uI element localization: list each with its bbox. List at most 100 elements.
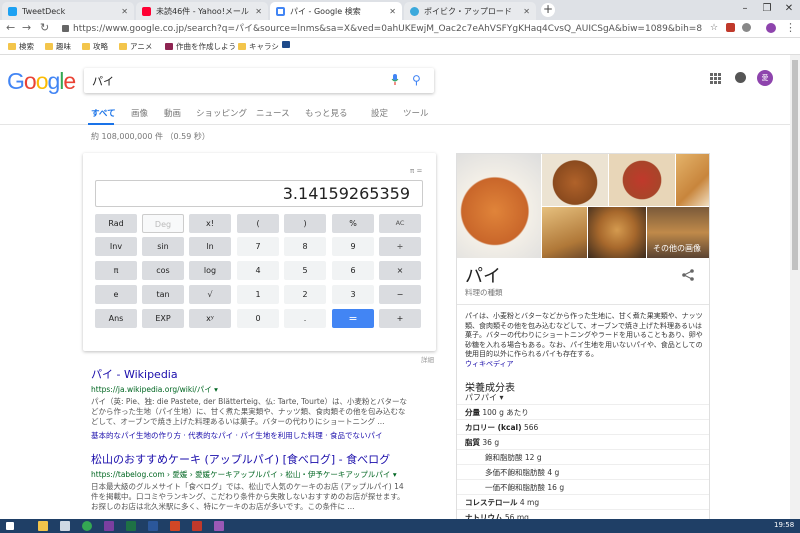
menu-icon[interactable]: ⋮ bbox=[785, 21, 796, 34]
bookmark-folder[interactable]: 趣味 bbox=[45, 41, 71, 52]
tab-tools[interactable]: ツール bbox=[403, 107, 429, 119]
close-icon[interactable]: ✕ bbox=[255, 7, 262, 16]
calc-key[interactable]: log bbox=[189, 261, 231, 280]
forward-button[interactable]: → bbox=[22, 21, 31, 34]
calc-key[interactable]: Ans bbox=[95, 309, 137, 328]
close-icon[interactable]: ✕ bbox=[523, 7, 530, 16]
calc-key[interactable]: 3 bbox=[332, 285, 374, 304]
minimize-button[interactable]: – bbox=[734, 0, 756, 20]
calc-key[interactable]: tan bbox=[142, 285, 184, 304]
tab-tweetdeck[interactable]: TweetDeck ✕ bbox=[2, 2, 134, 20]
more-images-link[interactable]: その他の画像 bbox=[653, 243, 701, 254]
calc-key[interactable]: 6 bbox=[332, 261, 374, 280]
search-input[interactable]: パイ bbox=[92, 73, 114, 89]
calc-key[interactable]: ln bbox=[189, 237, 231, 256]
tab-images[interactable]: 画像 bbox=[131, 107, 148, 119]
calc-key[interactable]: x! bbox=[189, 214, 231, 233]
calc-key[interactable]: 5 bbox=[284, 261, 326, 280]
calc-key[interactable]: ( bbox=[237, 214, 279, 233]
search-icon[interactable]: ⚲ bbox=[412, 73, 421, 87]
profile-icon[interactable] bbox=[766, 23, 776, 33]
bookmark-folder[interactable]: 検索 bbox=[8, 41, 34, 52]
tab-all[interactable]: すべて bbox=[91, 107, 116, 119]
bookmark-link[interactable]: 作曲を作成しよう bbox=[165, 41, 236, 52]
calc-key[interactable]: xʸ bbox=[189, 309, 231, 328]
word-icon[interactable] bbox=[148, 521, 158, 531]
tab-shopping[interactable]: ショッピング bbox=[196, 107, 247, 119]
calc-key[interactable]: Rad bbox=[95, 214, 137, 233]
extension-icon[interactable] bbox=[742, 23, 751, 32]
calc-key[interactable]: % bbox=[332, 214, 374, 233]
extension-icon[interactable] bbox=[726, 23, 735, 32]
maximize-button[interactable]: ❐ bbox=[756, 0, 778, 20]
microphone-icon[interactable] bbox=[391, 74, 399, 85]
tab-news[interactable]: ニュース bbox=[256, 107, 290, 119]
tab-videos[interactable]: 動画 bbox=[164, 107, 181, 119]
bookmark-link[interactable] bbox=[282, 41, 293, 48]
calc-key[interactable]: π bbox=[95, 261, 137, 280]
file-explorer-icon[interactable] bbox=[38, 521, 48, 531]
calc-key[interactable]: EXP bbox=[142, 309, 184, 328]
nutrition-dropdown[interactable]: パフパイ ▾ bbox=[465, 392, 504, 403]
tab-upload[interactable]: ポイビク・アップロード ✕ bbox=[404, 2, 536, 20]
windows-start-icon[interactable] bbox=[6, 522, 14, 530]
calc-key[interactable]: . bbox=[284, 309, 326, 328]
bookmark-folder[interactable]: アニメ bbox=[119, 41, 152, 52]
excel-icon[interactable] bbox=[126, 521, 136, 531]
calc-key[interactable]: ) bbox=[284, 214, 326, 233]
calculator-details-link[interactable]: 詳細 bbox=[421, 354, 434, 364]
pie-photo[interactable] bbox=[588, 207, 646, 258]
tab-settings[interactable]: 設定 bbox=[371, 107, 388, 119]
powerpoint-icon[interactable] bbox=[170, 521, 180, 531]
url-field[interactable]: https://www.google.co.jp/search?q=パイ&sou… bbox=[62, 22, 702, 36]
tab-google-search[interactable]: パイ - Google 検索 ✕ bbox=[270, 2, 402, 20]
taskbar-clock[interactable]: 19:58 bbox=[774, 521, 794, 529]
calc-key[interactable]: e bbox=[95, 285, 137, 304]
calc-key[interactable]: − bbox=[379, 285, 421, 304]
wikipedia-link[interactable]: ウィキペディア bbox=[465, 360, 514, 368]
pie-photo[interactable] bbox=[609, 154, 675, 206]
close-icon[interactable]: ✕ bbox=[121, 7, 128, 16]
onenote-icon[interactable] bbox=[104, 521, 114, 531]
pie-photo[interactable] bbox=[542, 154, 608, 206]
reload-button[interactable]: ↻ bbox=[40, 21, 49, 34]
notifications-icon[interactable] bbox=[735, 72, 746, 83]
share-icon[interactable] bbox=[682, 269, 694, 281]
calc-key[interactable]: 2 bbox=[284, 285, 326, 304]
tab-yahoo-mail[interactable]: 未読46件 - Yahoo!メール ✕ bbox=[136, 2, 268, 20]
pie-photo[interactable] bbox=[457, 154, 541, 258]
result-sitelinks[interactable]: 基本的なパイ生地の作り方 · 代表的なパイ · パイ生地を利用した料理 · 食品… bbox=[91, 430, 411, 441]
result-title-link[interactable]: パイ - Wikipedia bbox=[91, 366, 411, 382]
tab-more[interactable]: もっと見る bbox=[305, 107, 348, 119]
new-tab-button[interactable]: + bbox=[541, 3, 555, 17]
google-logo[interactable]: Google bbox=[7, 68, 76, 95]
scrollbar-thumb[interactable] bbox=[792, 60, 798, 270]
pie-photo[interactable] bbox=[542, 207, 587, 258]
calc-key[interactable]: sin bbox=[142, 237, 184, 256]
calc-key[interactable]: + bbox=[379, 309, 421, 328]
back-button[interactable]: ← bbox=[6, 21, 15, 34]
app-icon[interactable] bbox=[60, 521, 70, 531]
calc-key[interactable]: 0 bbox=[237, 309, 279, 328]
calc-key[interactable]: √ bbox=[189, 285, 231, 304]
bookmark-folder[interactable]: キャラシ bbox=[238, 41, 279, 52]
calc-key[interactable]: 7 bbox=[237, 237, 279, 256]
result-url[interactable]: https://tabelog.com › 愛媛 › 愛媛ケーキアップルパイ ›… bbox=[91, 469, 411, 480]
calc-key[interactable]: 9 bbox=[332, 237, 374, 256]
close-icon[interactable]: ✕ bbox=[389, 7, 396, 16]
result-url[interactable]: https://ja.wikipedia.org/wiki/パイ ▾ bbox=[91, 384, 411, 395]
calc-key[interactable]: Deg bbox=[142, 214, 184, 233]
apps-grid-icon[interactable] bbox=[710, 73, 721, 84]
calc-key[interactable]: 8 bbox=[284, 237, 326, 256]
result-title-link[interactable]: 松山のおすすめケーキ (アップルパイ) [食べログ] - 食べログ bbox=[91, 451, 411, 467]
calc-key[interactable]: = bbox=[332, 309, 374, 328]
calc-key[interactable]: 4 bbox=[237, 261, 279, 280]
pie-photo[interactable] bbox=[676, 154, 709, 206]
chrome-icon[interactable] bbox=[82, 521, 92, 531]
calc-key[interactable]: Inv bbox=[95, 237, 137, 256]
bookmark-folder[interactable]: 攻略 bbox=[82, 41, 108, 52]
account-avatar[interactable]: 愛 bbox=[757, 70, 773, 86]
search-box[interactable]: パイ ⚲ bbox=[84, 68, 434, 93]
app-icon[interactable] bbox=[214, 521, 224, 531]
app-icon[interactable] bbox=[192, 521, 202, 531]
